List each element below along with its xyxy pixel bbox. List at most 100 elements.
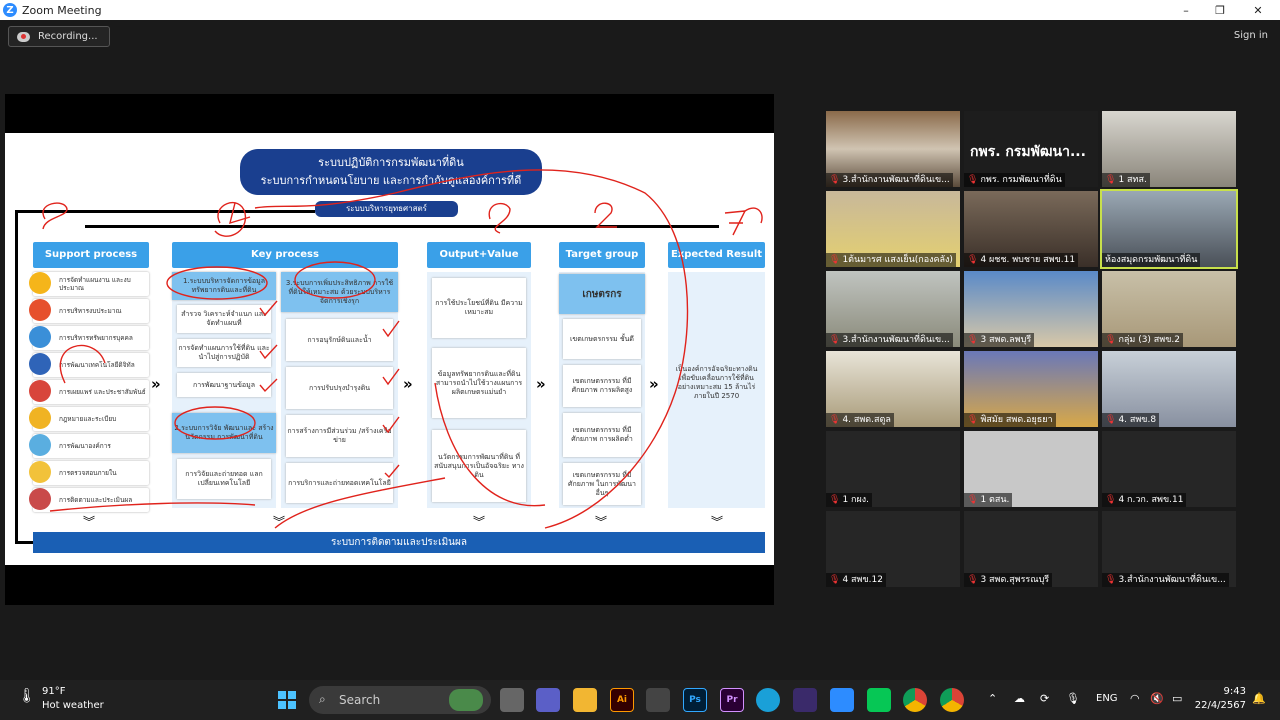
participant-tile[interactable]: 🎙 3.สำนักงานพัฒนาที่ดินเข...	[826, 271, 960, 347]
windows-start-icon[interactable]	[275, 688, 299, 712]
participant-name: 4 สพข.12	[842, 575, 883, 585]
participant-name: กลุ่ม (3) สพข.2	[1118, 335, 1180, 345]
chrome-profile-icon[interactable]	[940, 688, 964, 712]
participant-label: 🎙 4. สพข.8	[1102, 413, 1160, 427]
participant-tile[interactable]: 🎙 1ต้นมารศ แสงเย็น(กองคลัง)	[826, 191, 960, 267]
volume-muted-icon[interactable]: 🔇	[1150, 692, 1164, 705]
weather-desc[interactable]: Hot weather	[42, 700, 104, 711]
line-icon[interactable]	[867, 688, 891, 712]
participant-name: 4 ผชช. พบชาย สพข.11	[980, 255, 1076, 265]
participant-name: 3 สพด.สุพรรณบุรี	[980, 575, 1050, 585]
participant-name: 1 ตสน.	[980, 495, 1010, 505]
windows-taskbar: 🌡 91°F Hot weather ⌕ Search Ai Ps Pr ⌃ ☁…	[0, 680, 1280, 720]
mic-muted-icon: 🎙	[1105, 495, 1117, 505]
participant-tile[interactable]: 🎙 กลุ่ม (3) สพข.2	[1102, 271, 1236, 347]
participant-name: 4. สพข.8	[1118, 415, 1157, 425]
recording-button[interactable]: Recording...	[8, 26, 110, 47]
participant-label: 🎙 กลุ่ม (3) สพข.2	[1102, 333, 1183, 347]
zoom-taskbar-icon[interactable]	[830, 688, 854, 712]
shared-screen: ระบบปฏิบัติการกรมพัฒนาที่ดิน ระบบการกำหน…	[5, 94, 774, 605]
participant-label: 🎙 3.สำนักงานพัฒนาที่ดินเข...	[826, 173, 953, 187]
participant-name: 4. สพด.สตูล	[842, 415, 891, 425]
search-icon: ⌕	[319, 692, 326, 706]
participant-tile[interactable]: 🎙 1 กผง.	[826, 431, 960, 507]
mic-muted-icon: 🎙	[1105, 575, 1117, 585]
participant-name: 3.สำนักงานพัฒนาที่ดินเข...	[1118, 575, 1226, 585]
chevron-up-icon[interactable]: ⌃	[988, 692, 997, 705]
participant-tile[interactable]: 🎙 4 สพข.12	[826, 511, 960, 587]
participant-label: 🎙 3 สพด.สุพรรณบุรี	[964, 573, 1053, 587]
participant-tile[interactable]: 🎙 พิสมัย สพด.อยุธยา	[964, 351, 1098, 427]
participant-tile[interactable]: 🎙 3.สำนักงานพัฒนาที่ดินเข...	[826, 111, 960, 187]
participant-tile[interactable]: 🎙 4. สพข.8	[1102, 351, 1236, 427]
wifi-icon[interactable]: ◠	[1130, 692, 1140, 705]
participant-tile[interactable]: กพร. กรมพัฒนา... 🎙 กพร. กรมพัฒนาที่ดิน	[964, 111, 1098, 187]
participant-name: 4 ก.วก. สพข.11	[1118, 495, 1184, 505]
participant-tile[interactable]: 🎙 4 ผชช. พบชาย สพข.11	[964, 191, 1098, 267]
app-icon[interactable]	[793, 688, 817, 712]
participant-tile[interactable]: 🎙 1 ตสน.	[964, 431, 1098, 507]
premiere-icon[interactable]: Pr	[720, 688, 744, 712]
participant-tile[interactable]: 🎙 3 สพด.สุพรรณบุรี	[964, 511, 1098, 587]
mic-muted-icon: 🎙	[967, 575, 979, 585]
participant-label: 🎙 1ต้นมารศ แสงเย็น(กองคลัง)	[826, 253, 956, 267]
mic-muted-icon: 🎙	[967, 335, 979, 345]
mic-muted-icon: 🎙	[829, 415, 841, 425]
mic-muted-icon: 🎙	[829, 575, 841, 585]
sync-icon[interactable]: ⟳	[1040, 692, 1049, 705]
participant-tile[interactable]: 🎙 1 สทส.	[1102, 111, 1236, 187]
edge-icon[interactable]	[756, 688, 780, 712]
notification-bell-icon[interactable]: 🔔	[1252, 692, 1266, 705]
participant-label: 🎙 4 สพข.12	[826, 573, 886, 587]
clock-time[interactable]: 9:43	[1198, 686, 1246, 697]
participant-name: พิสมัย สพด.อยุธยา	[980, 415, 1053, 425]
mic-muted-icon: 🎙	[967, 255, 979, 265]
participant-tile[interactable]: 🎙 3 สพด.ลพบุรี	[964, 271, 1098, 347]
task-view-icon[interactable]	[500, 688, 524, 712]
sign-in-link[interactable]: Sign in	[1234, 30, 1268, 41]
illustrator-icon[interactable]: Ai	[610, 688, 634, 712]
clock-date[interactable]: 22/4/2567	[1190, 700, 1246, 711]
mic-muted-icon: 🎙	[829, 255, 841, 265]
microphone-icon[interactable]: 🎙	[1066, 692, 1080, 705]
photoshop-icon[interactable]: Ps	[683, 688, 707, 712]
tray-icon[interactable]: ☁	[1014, 692, 1025, 705]
zoom-logo-icon: Z	[3, 3, 17, 17]
minimize-button[interactable]: –	[1168, 0, 1204, 20]
participant-label: 🎙 1 ตสน.	[964, 493, 1013, 507]
teams-icon[interactable]	[536, 688, 560, 712]
participant-label: 🎙 พิสมัย สพด.อยุธยา	[964, 413, 1056, 427]
participant-label: 🎙 1 กผง.	[826, 493, 873, 507]
search-label: Search	[339, 693, 381, 707]
chrome-icon[interactable]	[903, 688, 927, 712]
participant-label: 🎙 3.สำนักงานพัฒนาที่ดินเข...	[826, 333, 953, 347]
pen-annotations	[42, 169, 763, 529]
store-icon[interactable]	[646, 688, 670, 712]
mic-muted-icon: 🎙	[1105, 415, 1117, 425]
participant-label: ห้องสมุดกรมพัฒนาที่ดิน	[1102, 253, 1201, 267]
participant-display-name: กพร. กรมพัฒนา...	[970, 144, 1086, 160]
mic-muted-icon: 🎙	[1105, 175, 1117, 185]
language-indicator[interactable]: ENG	[1096, 693, 1118, 704]
taskbar-search[interactable]: ⌕ Search	[309, 686, 491, 714]
participant-tile[interactable]: 🎙 4. สพด.สตูล	[826, 351, 960, 427]
participant-tile[interactable]: 🎙 4 ก.วก. สพข.11	[1102, 431, 1236, 507]
participant-tile-active-speaker[interactable]: ห้องสมุดกรมพัฒนาที่ดิน	[1100, 189, 1238, 269]
maximize-button[interactable]: ❐	[1202, 0, 1238, 20]
participant-name: 1 กผง.	[842, 495, 870, 505]
weather-temp[interactable]: 91°F	[42, 686, 65, 697]
close-button[interactable]: ✕	[1240, 0, 1276, 20]
thermometer-icon: 🌡	[18, 688, 36, 704]
participant-tile[interactable]: 🎙 3.สำนักงานพัฒนาที่ดินเข...	[1102, 511, 1236, 587]
file-explorer-icon[interactable]	[573, 688, 597, 712]
participant-label: 🎙 กพร. กรมพัฒนาที่ดิน	[964, 173, 1065, 187]
mic-muted-icon: 🎙	[1105, 335, 1117, 345]
participant-name: 3.สำนักงานพัฒนาที่ดินเข...	[842, 175, 950, 185]
turtle-icon	[449, 689, 483, 711]
mic-muted-icon: 🎙	[967, 175, 979, 185]
participant-name: 1ต้นมารศ แสงเย็น(กองคลัง)	[842, 255, 953, 265]
participant-label: 🎙 4 ผชช. พบชาย สพข.11	[964, 253, 1079, 267]
battery-icon[interactable]: ▭	[1172, 692, 1182, 705]
recording-label: Recording...	[38, 31, 98, 42]
participant-name: 3 สพด.ลพบุรี	[980, 335, 1032, 345]
